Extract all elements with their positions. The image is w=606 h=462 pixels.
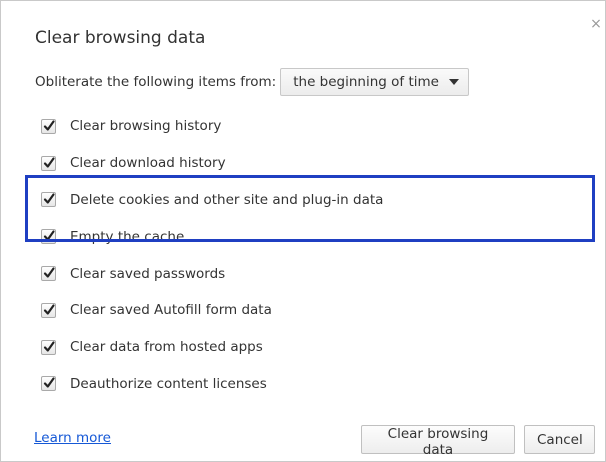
checkbox-clear-saved-passwords[interactable] xyxy=(41,266,56,282)
checkbox-deauthorize-licenses[interactable] xyxy=(41,376,56,392)
option-clear-autofill[interactable]: Clear saved Autofill form data xyxy=(41,292,383,329)
data-type-options: Clear browsing history Clear download hi… xyxy=(41,108,383,402)
cancel-button[interactable]: Cancel xyxy=(524,425,595,454)
checkbox-clear-download-history[interactable] xyxy=(41,155,56,171)
checkbox-clear-browsing-history[interactable] xyxy=(41,118,56,134)
option-label: Clear download history xyxy=(70,155,226,172)
option-clear-browsing-history[interactable]: Clear browsing history xyxy=(41,108,383,145)
option-label: Deauthorize content licenses xyxy=(70,375,267,392)
checkbox-delete-cookies[interactable] xyxy=(41,192,56,208)
time-range-label: Obliterate the following items from: xyxy=(35,74,277,90)
checkbox-clear-autofill[interactable] xyxy=(41,302,56,318)
option-label: Clear browsing history xyxy=(70,118,222,135)
clear-browsing-data-button[interactable]: Clear browsing data xyxy=(361,425,515,458)
option-clear-hosted-apps[interactable]: Clear data from hosted apps xyxy=(41,329,383,366)
option-clear-download-history[interactable]: Clear download history xyxy=(41,145,383,182)
checkmark-icon xyxy=(43,120,55,131)
checkmark-icon xyxy=(43,193,55,205)
checkmark-icon xyxy=(43,157,55,168)
option-label: Delete cookies and other site and plug-i… xyxy=(70,191,384,208)
dialog-title: Clear browsing data xyxy=(35,28,206,48)
option-deauthorize-licenses[interactable]: Deauthorize content licenses xyxy=(41,366,383,403)
time-range-select[interactable]: the beginning of time xyxy=(280,68,469,96)
checkmark-icon xyxy=(43,377,55,389)
option-label: Empty the cache xyxy=(70,228,185,245)
time-range-row: Obliterate the following items from: the… xyxy=(35,68,469,96)
time-range-value: the beginning of time xyxy=(293,74,439,90)
checkmark-icon xyxy=(43,267,55,278)
option-clear-saved-passwords[interactable]: Clear saved passwords xyxy=(41,255,383,292)
close-icon[interactable]: × xyxy=(589,17,603,31)
checkbox-clear-hosted-apps[interactable] xyxy=(41,339,56,355)
checkmark-icon xyxy=(43,230,55,241)
checkbox-empty-cache[interactable] xyxy=(41,229,56,245)
checkmark-icon xyxy=(43,341,55,352)
checkmark-icon xyxy=(43,304,55,315)
option-label: Clear saved passwords xyxy=(70,265,226,282)
option-label: Clear saved Autofill form data xyxy=(70,302,272,319)
option-delete-cookies[interactable]: Delete cookies and other site and plug-i… xyxy=(41,182,383,219)
option-empty-cache[interactable]: Empty the cache xyxy=(41,218,383,255)
learn-more-link[interactable]: Learn more xyxy=(34,430,111,446)
option-label: Clear data from hosted apps xyxy=(70,339,263,356)
chevron-down-icon xyxy=(448,79,459,85)
clear-browsing-data-dialog: Clear browsing data × Obliterate the fol… xyxy=(0,0,606,462)
